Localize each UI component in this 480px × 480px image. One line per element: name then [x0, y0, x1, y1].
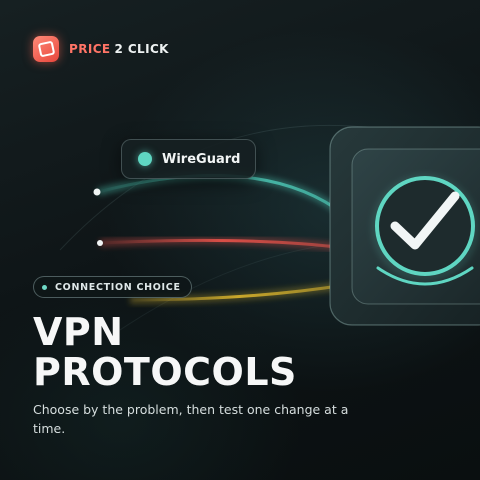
- category-badge: CONNECTION CHOICE: [33, 276, 192, 298]
- category-badge-label: CONNECTION CHOICE: [55, 281, 181, 293]
- hero-card: PRICE 2 CLICK WireGuard CONNECTION CHOIC…: [0, 0, 480, 480]
- brand-name: PRICE 2 CLICK: [69, 42, 169, 56]
- subtitle: Choose by the problem, then test one cha…: [33, 402, 349, 436]
- protocol-chip: WireGuard: [121, 139, 256, 179]
- path-start-dot: [93, 188, 101, 196]
- price-tag-icon: [33, 36, 59, 62]
- brand-logo: PRICE 2 CLICK: [33, 36, 169, 62]
- page-title: VPN PROTOCOLS: [33, 312, 297, 392]
- protocol-chip-label: WireGuard: [162, 151, 241, 167]
- brand-name-accent: PRICE: [69, 42, 111, 56]
- path-start-dot: [97, 240, 103, 246]
- status-dot-icon: [138, 152, 152, 166]
- badge-dot-icon: [42, 284, 47, 290]
- title-line-1: VPN: [33, 310, 124, 354]
- title-line-2: PROTOCOLS: [33, 350, 297, 394]
- brand-name-rest: 2 CLICK: [114, 42, 169, 56]
